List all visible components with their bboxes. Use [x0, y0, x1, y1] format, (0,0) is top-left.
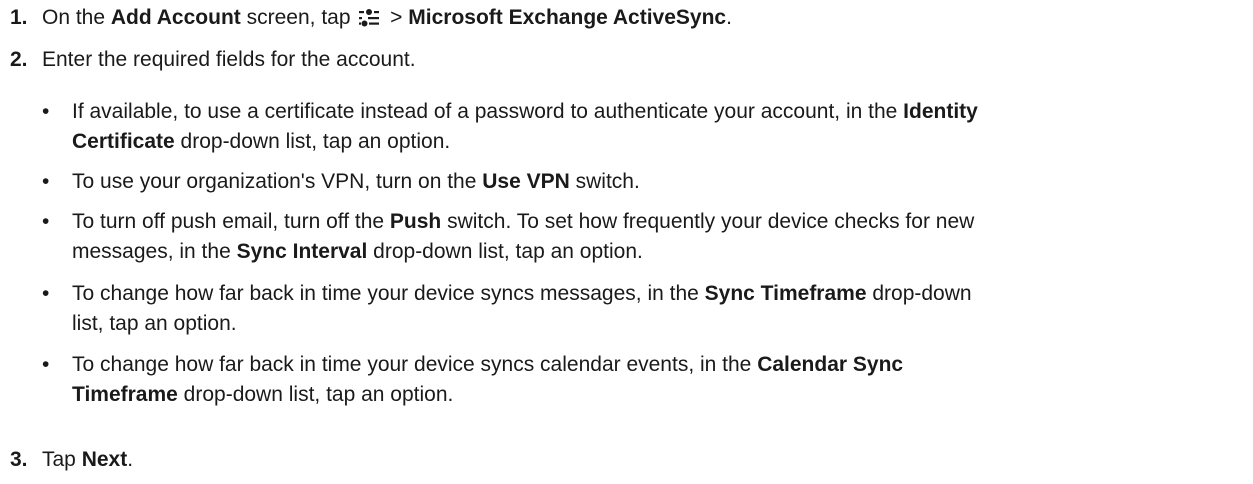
bullet-text: drop-down [866, 282, 972, 305]
bullet-icon: • [42, 170, 50, 193]
step-text: . [127, 448, 134, 471]
bullet-icon: • [42, 100, 50, 123]
step-text: > [384, 6, 409, 29]
bullet-text: drop-down list, tap an option. [367, 240, 643, 263]
bullet-term: Use VPN [482, 170, 570, 193]
bullet-icon: • [42, 282, 50, 305]
step-number: 1. [10, 6, 28, 29]
bullet-text: To change how far back in time your devi… [72, 353, 758, 376]
step-2: 2. Enter the required fields for the acco… [10, 45, 416, 75]
step-text: On the [42, 6, 111, 29]
bullet-term: Identity [903, 100, 978, 123]
step-text: screen, tap [240, 6, 357, 29]
bullet-term: Calendar Sync [757, 353, 904, 376]
bullet-icon: • [42, 210, 50, 233]
bullet-text: To turn off push email, turn off the [72, 210, 390, 233]
menu-settings-icon [358, 7, 380, 37]
bullet-term: Sync Interval [236, 240, 368, 263]
step-3: 3. Tap Next. [10, 445, 133, 475]
bullet-term: Certificate [72, 130, 175, 153]
bullet-text: list, tap an option. [72, 312, 237, 335]
step-1: 1. On the Add Account screen, tap > Micro… [10, 3, 732, 37]
step-text: . [726, 6, 732, 29]
next-label: Next [81, 448, 128, 471]
add-account-label: Add Account [110, 6, 241, 29]
bullet-icon: • [42, 353, 50, 376]
bullet-term: Sync Timeframe [704, 282, 867, 305]
bullet-text: switch. [569, 170, 640, 193]
step-text: Enter the required fields for the accoun… [42, 48, 416, 71]
bullet-term: Push [389, 210, 442, 233]
bullet-text: To change how far back in time your devi… [72, 282, 705, 305]
bullet-text: drop-down list, tap an option. [177, 383, 454, 406]
bullet-term: Timeframe [72, 383, 178, 406]
step-number: 3. [10, 448, 28, 471]
bullet-text: To use your organization's VPN, turn on … [72, 170, 483, 193]
step-text: Tap [42, 448, 82, 471]
exchange-activesync-label: Microsoft Exchange ActiveSync [408, 6, 727, 29]
document: 1. On the Add Account screen, tap > Micro… [0, 0, 1253, 484]
bullet-text: messages, in the [72, 240, 237, 263]
bullet-text: switch. To set how frequently your devic… [441, 210, 975, 233]
bullet-text: If available, to use a certificate inste… [72, 100, 904, 123]
bullet-text: drop-down list, tap an option. [174, 130, 451, 153]
step-number: 2. [10, 48, 28, 71]
